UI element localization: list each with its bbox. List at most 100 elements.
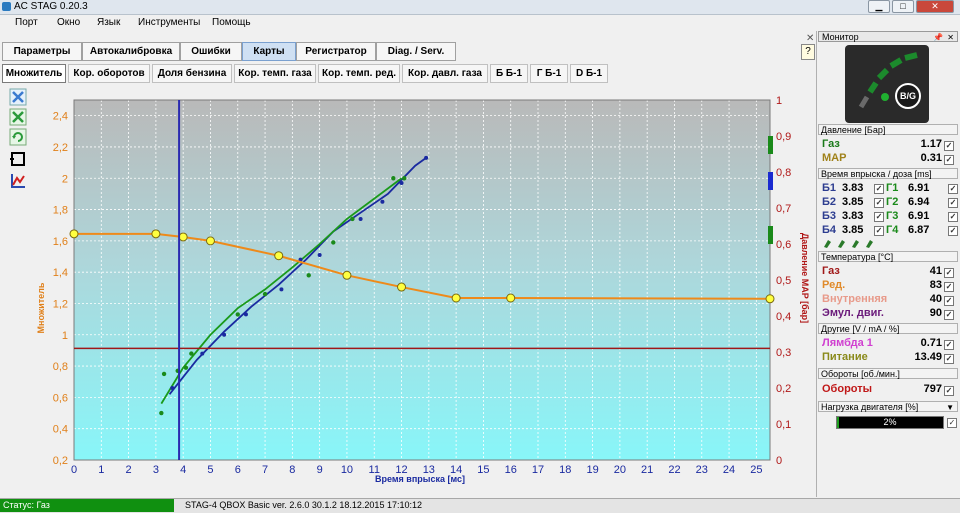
y-tick-label: 1 — [62, 330, 68, 342]
injector-row-1: Б1 3.83 ✓ Г1 6.91 ✓ — [822, 182, 958, 194]
multiplier-point — [451, 293, 461, 303]
y-axis-label: Множитель — [36, 282, 46, 333]
multiplier-chart: 0 1 2 3 4 5 6 7 8 9 10 11 12 13 14 15 16 17 18 19 20 21 22 23 24… — [0, 88, 816, 490]
y-tick-label: 0,4 — [53, 424, 68, 436]
tab-maps[interactable]: Карты — [242, 42, 296, 61]
chart-svg[interactable]: 0 1 2 3 4 5 6 7 8 9 10 11 12 13 14 15 16 17 18 19 20 21 22 23 24… — [0, 88, 816, 490]
y-tick-label: 1,4 — [53, 267, 68, 279]
scatter-point-gas — [380, 199, 385, 204]
x-tick-label: 16 — [505, 464, 517, 476]
tab-db1[interactable]: D Б-1 — [570, 64, 608, 83]
x-tick-label: 1 — [98, 464, 104, 476]
tab-gas-pressure-correction[interactable]: Кор. давл. газа — [402, 64, 488, 83]
scatter-point-petrol — [262, 291, 268, 297]
section-injection[interactable]: Время впрыска / доза [ms] — [818, 168, 958, 179]
scatter-point-petrol — [183, 365, 189, 370]
scatter-point-petrol — [306, 273, 311, 278]
menu-help[interactable]: Помощь — [212, 17, 251, 28]
checkbox[interactable]: ✓ — [944, 268, 954, 278]
gas-temp-row: Газ 41 ✓ — [822, 265, 954, 278]
checkbox[interactable]: ✓ — [944, 310, 954, 320]
checkbox[interactable]: ✓ — [874, 212, 884, 222]
checkbox[interactable]: ✓ — [947, 418, 957, 428]
menu-window[interactable]: Окно — [57, 17, 80, 28]
section-temperature[interactable]: Температура [°С] — [818, 251, 958, 262]
checkbox[interactable]: ✓ — [944, 155, 954, 165]
checkbox[interactable]: ✓ — [944, 141, 954, 151]
scatter-point-petrol — [350, 216, 355, 222]
tab-diag-serv[interactable]: Diag. / Serv. — [376, 42, 456, 61]
engine-emul-temp-row: Эмул. двиг. 90 ✓ — [822, 307, 954, 320]
x-tick-label: 2 — [126, 464, 132, 476]
internal-temp-row: Внутренняя 40 ✓ — [822, 293, 954, 306]
injector-row-2: Б2 3.85 ✓ Г2 6.94 ✓ — [822, 196, 958, 208]
x-tick-label: 25 — [750, 464, 762, 476]
tab-parameters[interactable]: Параметры — [2, 42, 82, 61]
x-tick-label: 6 — [235, 464, 241, 476]
checkbox[interactable]: ✓ — [948, 198, 958, 208]
gauge-svg: B/G — [858, 52, 921, 109]
reducer-temp-row: Ред. 83 ✓ — [822, 279, 954, 292]
tab-petrol-share[interactable]: Доля бензина — [152, 64, 232, 83]
power-row: Питание 13.49 ✓ — [822, 351, 954, 364]
y2-tick-label: 1 — [776, 95, 782, 107]
maximize-button[interactable]: □ — [892, 0, 914, 13]
scatter-point-petrol — [161, 371, 167, 377]
checkbox[interactable]: ✓ — [948, 212, 958, 222]
checkbox[interactable]: ✓ — [874, 184, 884, 194]
menu-tools[interactable]: Инструменты — [138, 17, 200, 28]
checkbox[interactable]: ✓ — [874, 198, 884, 208]
checkbox[interactable]: ✓ — [944, 386, 954, 396]
multiplier-point — [69, 229, 79, 239]
tab-errors[interactable]: Ошибки — [180, 42, 242, 61]
tab-reducer-temp-correction[interactable]: Кор. темп. ред. — [318, 64, 400, 83]
status-bar: Статус: Газ STAG-4 QBOX Basic ver. 2.6.0… — [0, 498, 960, 513]
checkbox[interactable]: ✓ — [944, 282, 954, 292]
tab-gas-temp-correction[interactable]: Кор. темп. газа — [234, 64, 316, 83]
map-current-marker — [768, 172, 773, 190]
menu-language[interactable]: Язык — [97, 17, 120, 28]
tab-gb1[interactable]: Г Б-1 — [530, 64, 568, 83]
y-tick-label: 1,6 — [53, 236, 68, 248]
monitor-panel: Монитор 📌 ✕ B/G Давление [Бар] Газ 1.17 ✓ MA… — [818, 31, 960, 497]
scatter-point-petrol — [391, 176, 396, 181]
pin-icon[interactable]: 📌 — [933, 32, 943, 43]
y-tick-label: 0,8 — [53, 361, 68, 373]
checkbox[interactable]: ✓ — [874, 226, 884, 236]
y2-tick-label: 0,2 — [776, 383, 791, 395]
section-rpm[interactable]: Обороты [об./мин.] — [818, 368, 958, 379]
tab-rpm-correction[interactable]: Кор. оборотов — [68, 64, 150, 83]
tab-autocalibration[interactable]: Автокалибровка — [82, 42, 180, 61]
collapse-icon[interactable]: ▼ — [946, 402, 954, 413]
tab-multiplier[interactable]: Множитель — [2, 64, 66, 83]
map-max-marker — [768, 226, 773, 244]
map-min-marker — [768, 136, 773, 154]
status-mode: Статус: Газ — [0, 499, 174, 512]
checkbox[interactable]: ✓ — [948, 226, 958, 236]
minimize-button[interactable]: ▁ — [868, 0, 890, 13]
status-info: STAG-4 QBOX Basic ver. 2.6.0 30.1.2 18.1… — [185, 500, 422, 510]
tab-recorder[interactable]: Регистратор — [296, 42, 376, 61]
checkbox[interactable]: ✓ — [944, 340, 954, 350]
tab-bb1[interactable]: Б Б-1 — [490, 64, 528, 83]
checkbox[interactable]: ✓ — [944, 354, 954, 364]
scatter-point-gas — [399, 180, 404, 185]
close-icon[interactable]: ✕ — [806, 33, 814, 44]
help-icon[interactable]: ? — [801, 44, 815, 60]
checkbox[interactable]: ✓ — [948, 184, 958, 194]
scatter-point-gas — [222, 332, 227, 337]
section-pressure[interactable]: Давление [Бар] — [818, 124, 958, 135]
close-icon[interactable]: ✕ — [947, 32, 954, 43]
section-load[interactable]: Нагрузка двигателя [%] ▼ — [818, 401, 958, 412]
lambda-row: Лямбда 1 0.71 ✓ — [822, 337, 954, 350]
engine-load-bar: 2% — [836, 416, 944, 429]
section-other[interactable]: Другие [V / mA / %] — [818, 323, 958, 334]
gas-pressure-row: Газ 1.17 ✓ — [822, 138, 954, 151]
checkbox[interactable]: ✓ — [944, 296, 954, 306]
rpm-row: Обороты 797 ✓ — [822, 383, 954, 396]
menu-port[interactable]: Порт — [15, 17, 38, 28]
x-tick-label: 15 — [477, 464, 489, 476]
multiplier-point — [178, 232, 188, 242]
close-button[interactable]: ✕ — [916, 0, 954, 13]
app-icon — [2, 2, 11, 11]
